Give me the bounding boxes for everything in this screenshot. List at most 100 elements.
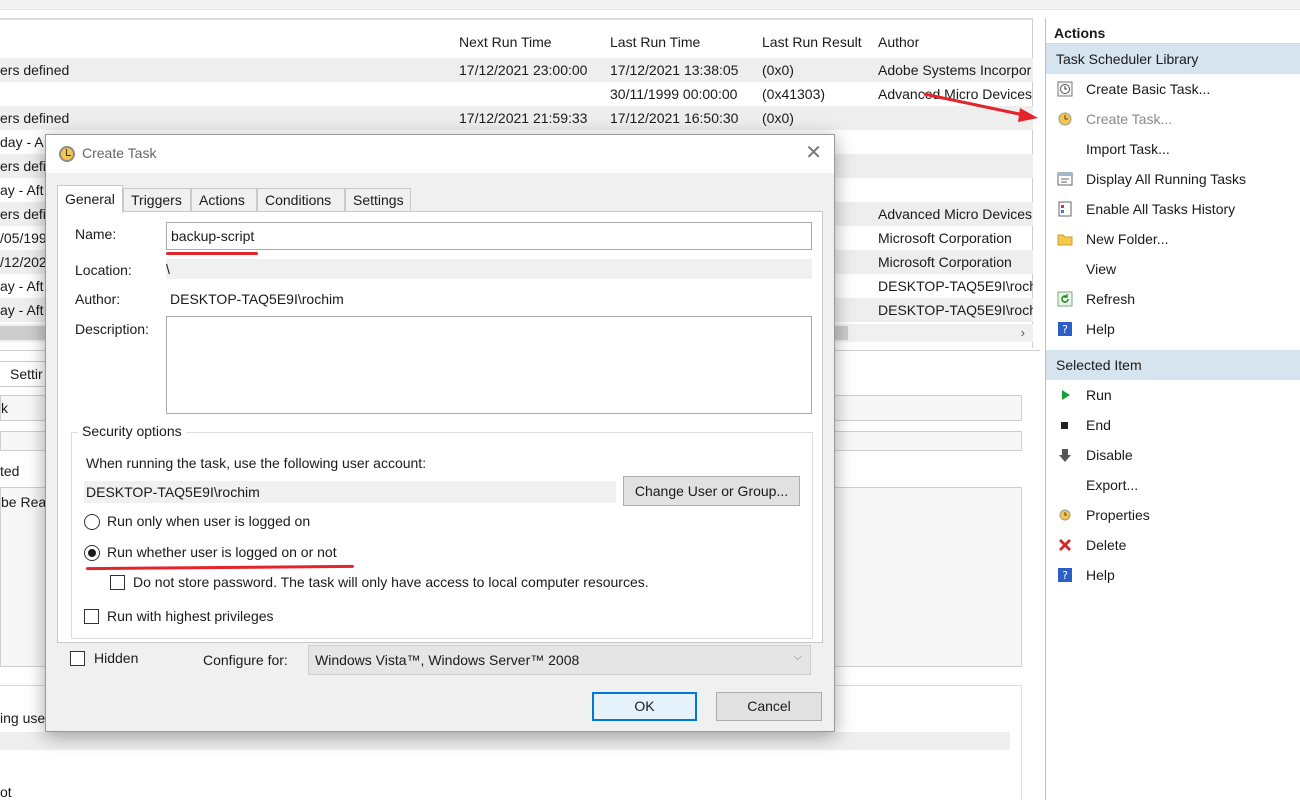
task-cell-last: 30/11/1999 00:00:00	[610, 86, 738, 102]
action-label: Import Task...	[1086, 141, 1170, 157]
end-icon	[1056, 416, 1074, 434]
task-cell-author: Advanced Micro Devices	[878, 206, 1033, 222]
column-next-run-time[interactable]: Next Run Time	[459, 34, 552, 50]
close-icon[interactable]: ✕	[805, 141, 822, 165]
name-input[interactable]: backup-script	[166, 222, 812, 250]
task-cell-author: Adobe Systems Incorpor	[878, 62, 1032, 78]
action-import-task[interactable]: Import Task...	[1046, 134, 1300, 164]
action-run[interactable]: Run	[1046, 380, 1300, 410]
task-cell-trigger: ers defined	[0, 62, 70, 78]
detail-status-fragment: ted	[0, 463, 20, 479]
action-export[interactable]: Export...	[1046, 470, 1300, 500]
task-row[interactable]: ers defined 17/12/2021 23:00:00 17/12/2021…	[0, 58, 1033, 82]
description-textarea[interactable]	[166, 316, 812, 414]
task-cell-trigger: ers defined	[0, 110, 70, 126]
run-icon	[1056, 386, 1074, 404]
action-end[interactable]: End	[1046, 410, 1300, 440]
radio-whether-logged-on[interactable]	[84, 545, 100, 561]
basic-task-icon	[1056, 80, 1074, 98]
highest-privileges-label[interactable]: Run with highest privileges	[107, 608, 274, 624]
action-label: Enable All Tasks History	[1086, 201, 1236, 217]
detail-user-fragment: ing user	[0, 710, 50, 726]
column-last-run-result[interactable]: Last Run Result	[762, 34, 862, 50]
action-label: Create Basic Task...	[1086, 81, 1211, 97]
task-cell-author: DESKTOP-TAQ5E9I\rochi	[878, 302, 1033, 318]
detail-user-field	[0, 732, 1010, 750]
cancel-button[interactable]: Cancel	[716, 692, 822, 721]
radio-logged-on[interactable]	[84, 514, 100, 530]
hidden-checkbox[interactable]	[70, 651, 85, 666]
create-task-icon	[1056, 110, 1074, 128]
tab-conditions[interactable]: Conditions	[257, 188, 345, 212]
action-label: Create Task...	[1086, 111, 1173, 127]
task-row[interactable]: 30/11/1999 00:00:00 (0x41303) Advanced Mic…	[0, 82, 1033, 106]
actions-pane: Actions Task Scheduler Library Create Ba…	[1045, 18, 1300, 800]
configure-for-select[interactable]: Windows Vista™, Windows Server™ 2008 ⌵	[308, 645, 811, 675]
action-label: Refresh	[1086, 291, 1136, 307]
task-cell-last: 17/12/2021 16:50:30	[610, 110, 739, 126]
task-cell-author: Microsoft Corporation	[878, 230, 1012, 246]
task-list-header: Next Run Time Last Run Time Last Run Res…	[0, 30, 1033, 56]
action-delete[interactable]: Delete	[1046, 530, 1300, 560]
action-label: End	[1086, 417, 1111, 433]
action-help[interactable]: ? Help	[1046, 560, 1300, 590]
security-options-legend: Security options	[78, 423, 186, 439]
section-selected-item[interactable]: Selected Item	[1046, 350, 1300, 380]
scroll-right-arrow[interactable]: ›	[1021, 324, 1025, 342]
tab-settings-partial[interactable]: Settir	[0, 361, 50, 387]
tab-general[interactable]: General	[57, 185, 123, 213]
history-icon	[1056, 200, 1074, 218]
dialog-titlebar[interactable]: Create Task ✕	[46, 135, 834, 173]
disable-icon	[1056, 446, 1074, 464]
detail-last-fragment: ot	[0, 784, 12, 800]
action-new-folder[interactable]: New Folder...	[1046, 224, 1300, 254]
change-user-button[interactable]: Change User or Group...	[623, 476, 800, 506]
properties-icon	[1056, 506, 1074, 524]
hidden-label[interactable]: Hidden	[94, 650, 138, 666]
ok-button[interactable]: OK	[592, 692, 697, 721]
user-account-field: DESKTOP-TAQ5E9I\rochim	[84, 481, 616, 503]
location-value: \	[166, 261, 170, 277]
dialog-title: Create Task	[82, 145, 157, 161]
action-label: Properties	[1086, 507, 1150, 523]
action-view[interactable]: View	[1046, 254, 1300, 284]
action-label: View	[1086, 261, 1117, 277]
task-row[interactable]: ers defined 17/12/2021 21:59:33 17/12/2021…	[0, 106, 1033, 130]
action-refresh[interactable]: Refresh	[1046, 284, 1300, 314]
delete-icon	[1056, 536, 1074, 554]
chevron-down-icon: ⌵	[793, 651, 802, 663]
refresh-icon	[1056, 290, 1074, 308]
running-tasks-icon	[1056, 170, 1074, 188]
author-label: Author:	[75, 291, 121, 307]
action-label: Help	[1086, 567, 1115, 583]
user-account-value: DESKTOP-TAQ5E9I\rochim	[86, 484, 260, 500]
highest-privileges-checkbox[interactable]	[84, 609, 99, 624]
radio-whether-logged-on-label[interactable]: Run whether user is logged on or not	[107, 544, 337, 560]
no-store-password-label[interactable]: Do not store password. The task will onl…	[133, 574, 649, 590]
action-display-all-running-tasks[interactable]: Display All Running Tasks	[1046, 164, 1300, 194]
task-cell-author: Microsoft Corporation	[878, 254, 1012, 270]
action-properties[interactable]: Properties	[1046, 500, 1300, 530]
name-input-value: backup-script	[171, 228, 255, 244]
action-help[interactable]: ? Help	[1046, 314, 1300, 344]
task-cell-last: 17/12/2021 13:38:05	[610, 62, 739, 78]
radio-logged-on-label[interactable]: Run only when user is logged on	[107, 513, 310, 529]
tab-actions[interactable]: Actions	[191, 188, 257, 212]
action-enable-all-tasks-history[interactable]: Enable All Tasks History	[1046, 194, 1300, 224]
task-cell-result: (0x41303)	[762, 86, 826, 102]
name-label: Name:	[75, 226, 117, 242]
action-create-basic-task[interactable]: Create Basic Task...	[1046, 74, 1300, 104]
no-store-password-checkbox[interactable]	[110, 575, 125, 590]
action-create-task[interactable]: Create Task...	[1046, 104, 1300, 134]
task-cell-result: (0x0)	[762, 62, 794, 78]
action-disable[interactable]: Disable	[1046, 440, 1300, 470]
column-last-run-time[interactable]: Last Run Time	[610, 34, 700, 50]
action-label: New Folder...	[1086, 231, 1169, 247]
configure-for-value: Windows Vista™, Windows Server™ 2008	[315, 652, 580, 668]
annotation-arrow-head	[1018, 108, 1038, 122]
section-task-scheduler-library[interactable]: Task Scheduler Library	[1046, 44, 1300, 74]
column-author[interactable]: Author	[878, 34, 919, 50]
tab-triggers[interactable]: Triggers	[123, 188, 191, 212]
tab-settings[interactable]: Settings	[345, 188, 411, 212]
task-cell-result: (0x0)	[762, 110, 794, 126]
